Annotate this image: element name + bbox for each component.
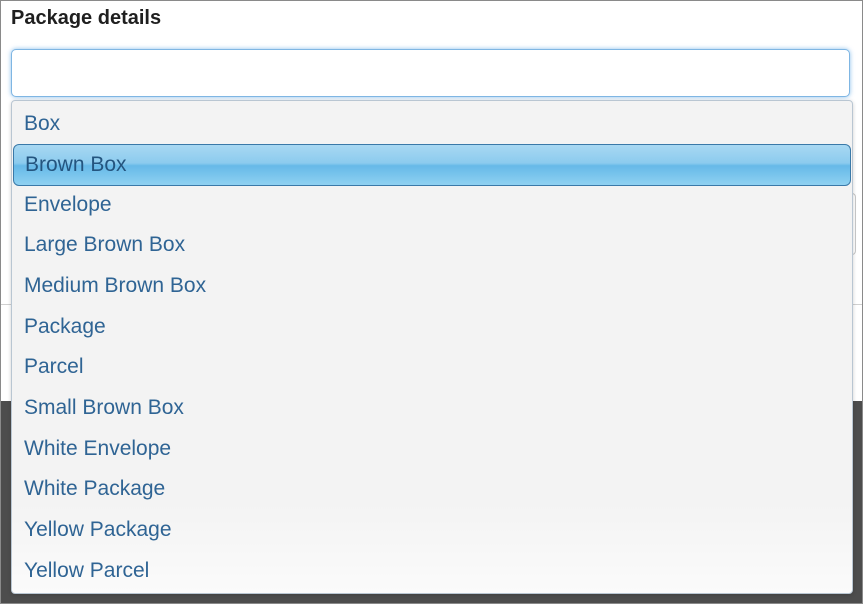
dropdown-option[interactable]: Yellow Parcel	[12, 551, 852, 591]
field-label: Package details	[11, 7, 162, 29]
dropdown-option[interactable]: White Envelope	[12, 429, 852, 469]
dropdown-option-highlighted[interactable]: Brown Box	[13, 144, 851, 186]
autocomplete-dropdown: Box Brown Box Envelope Large Brown Box M…	[11, 100, 853, 594]
dropdown-option[interactable]: Package	[12, 307, 852, 347]
dropdown-option[interactable]: Yellow Package	[12, 510, 852, 550]
dropdown-option[interactable]: Medium Brown Box	[12, 266, 852, 306]
window-frame: Package details Box Brown Box Envelope L…	[0, 0, 863, 604]
dropdown-option[interactable]: White Package	[12, 469, 852, 509]
dropdown-option[interactable]: Large Brown Box	[12, 225, 852, 265]
dropdown-option[interactable]: Box	[12, 104, 852, 144]
dropdown-option[interactable]: Parcel	[12, 347, 852, 387]
dropdown-option[interactable]: Envelope	[12, 185, 852, 225]
package-details-input[interactable]	[11, 49, 850, 97]
dropdown-option[interactable]: Small Brown Box	[12, 388, 852, 428]
